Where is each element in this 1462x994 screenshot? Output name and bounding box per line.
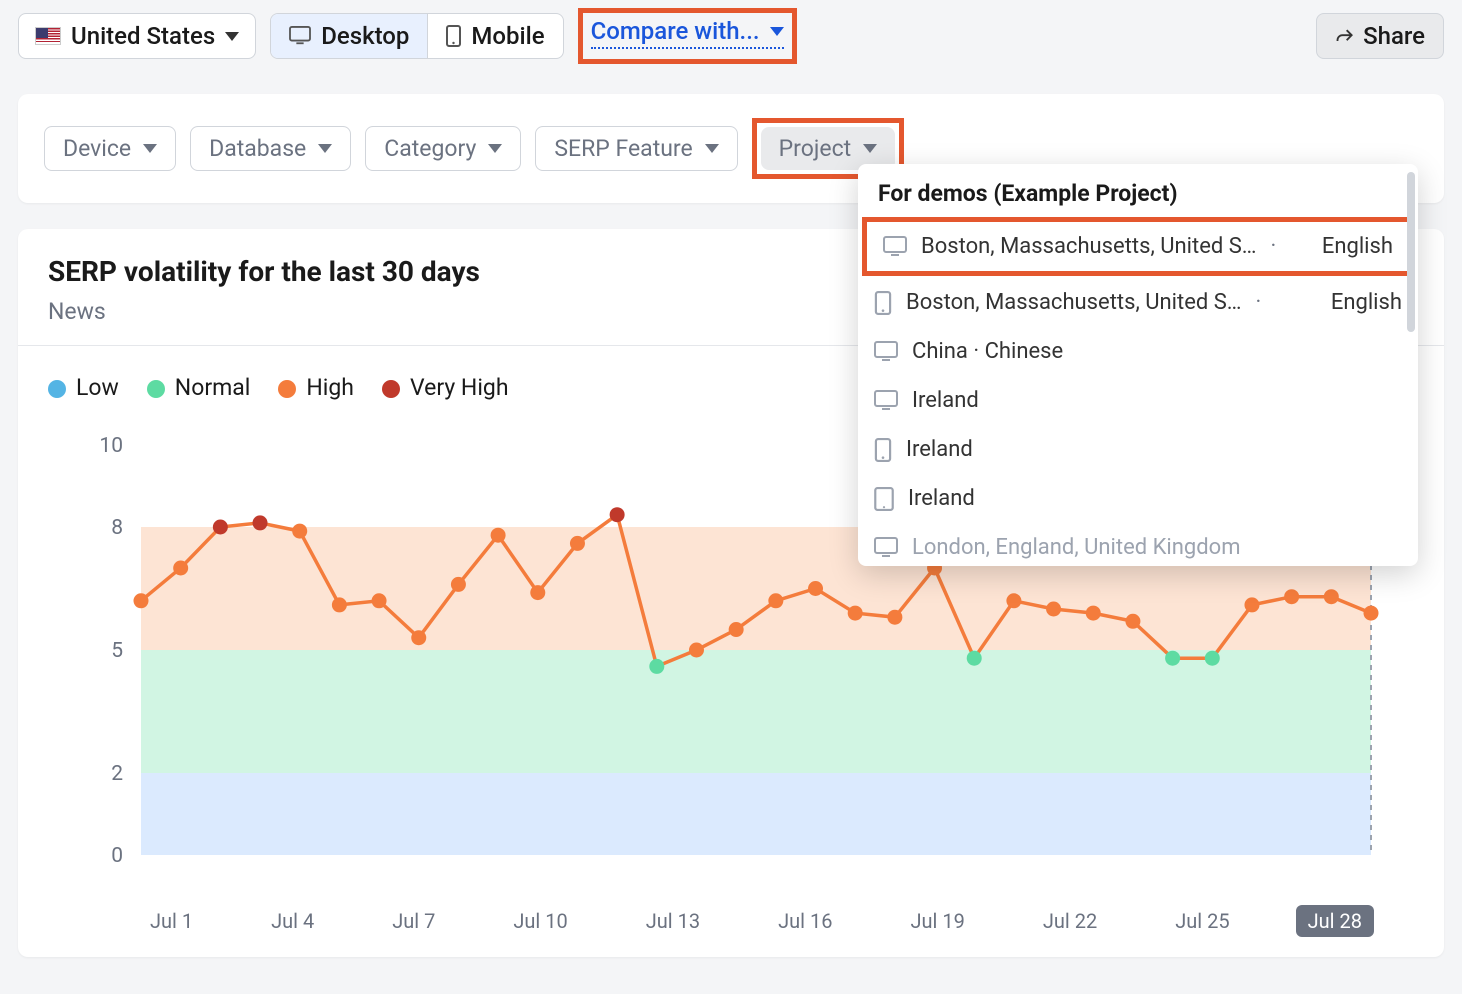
dropdown-item[interactable]: London, England, United Kingdom [858, 523, 1418, 560]
dropdown-item-location: Ireland [908, 486, 975, 511]
dropdown-item[interactable]: China · Chinese [858, 327, 1418, 376]
chart-subtitle: News [48, 298, 480, 325]
database-filter-label: Database [209, 135, 306, 162]
mobile-segment[interactable]: Mobile [428, 14, 562, 58]
svg-text:2: 2 [111, 762, 123, 786]
dropdown-item[interactable]: Ireland [858, 474, 1418, 523]
mobile-icon [446, 25, 461, 47]
dropdown-item[interactable]: Boston, Massachusetts, United S… ·Englis… [867, 222, 1409, 271]
desktop-label: Desktop [321, 22, 409, 50]
serp-filter-label: SERP Feature [554, 135, 692, 162]
compare-with-link[interactable]: Compare with... [591, 17, 784, 49]
x-axis-label[interactable]: Jul 10 [501, 905, 579, 937]
project-filter-label: Project [779, 135, 851, 162]
desktop-icon [883, 236, 907, 258]
svg-text:5: 5 [111, 639, 123, 663]
dropdown-item-lang: English [1322, 234, 1393, 259]
dropdown-item-location: Boston, Massachusetts, United S… [906, 290, 1242, 315]
legend-high[interactable]: High [278, 374, 354, 401]
share-icon [1335, 26, 1355, 46]
mobile-label: Mobile [471, 22, 544, 50]
mobile-icon [874, 291, 892, 315]
desktop-icon [874, 390, 898, 412]
chevron-down-icon [318, 144, 332, 153]
x-axis-label[interactable]: Jul 28 [1296, 905, 1374, 937]
x-axis-label[interactable]: Jul 7 [380, 905, 447, 937]
dot-low-icon [48, 380, 66, 398]
us-flag-icon [35, 27, 61, 45]
tablet-icon [874, 487, 894, 511]
project-dropdown: For demos (Example Project) Boston, Mass… [858, 164, 1418, 566]
dropdown-item-location: China · Chinese [912, 339, 1063, 364]
category-filter-label: Category [384, 135, 476, 162]
dropdown-item-location: Ireland [906, 437, 973, 462]
legend-low[interactable]: Low [48, 374, 119, 401]
chevron-down-icon [488, 144, 502, 153]
database-filter[interactable]: Database [190, 126, 351, 171]
chart-title: SERP volatility for the last 30 days [48, 255, 480, 288]
x-axis-label[interactable]: Jul 22 [1031, 905, 1109, 937]
legend-vhigh[interactable]: Very High [382, 374, 509, 401]
dropdown-item-location: Boston, Massachusetts, United S… [921, 234, 1257, 259]
share-label: Share [1363, 22, 1425, 50]
country-label: United States [71, 22, 215, 50]
dropdown-header: For demos (Example Project) [858, 164, 1418, 217]
device-filter[interactable]: Device [44, 126, 176, 171]
dropdown-item-location: Ireland [912, 388, 979, 413]
dropdown-item[interactable]: Ireland [858, 376, 1418, 425]
chevron-down-icon [225, 32, 239, 41]
x-axis-label[interactable]: Jul 19 [899, 905, 977, 937]
dropdown-item[interactable]: Ireland [858, 425, 1418, 474]
svg-text:10: 10 [99, 434, 123, 458]
chevron-down-icon [705, 144, 719, 153]
filter-panel: Device Database Category SERP Feature Pr… [18, 94, 1444, 203]
svg-text:8: 8 [111, 516, 123, 540]
category-filter[interactable]: Category [365, 126, 521, 171]
legend-normal[interactable]: Normal [147, 374, 251, 401]
serp-feature-filter[interactable]: SERP Feature [535, 126, 737, 171]
mobile-icon [874, 438, 892, 462]
x-axis-labels: Jul 1 Jul 4 Jul 7 Jul 10 Jul 13 Jul 16 Jul 19 J… [18, 905, 1444, 957]
compare-label: Compare with... [591, 17, 760, 45]
country-selector[interactable]: United States [18, 13, 256, 59]
x-axis-label[interactable]: Jul 4 [259, 905, 326, 937]
desktop-icon [289, 26, 311, 46]
desktop-segment[interactable]: Desktop [271, 14, 428, 58]
dot-normal-icon [147, 380, 165, 398]
svg-text:0: 0 [111, 844, 123, 868]
dropdown-item-highlight: Boston, Massachusetts, United S… ·Englis… [862, 217, 1414, 276]
dot-vhigh-icon [382, 380, 400, 398]
compare-highlight-box: Compare with... [578, 8, 797, 64]
chevron-down-icon [143, 144, 157, 153]
device-segment: Desktop Mobile [270, 13, 563, 59]
x-axis-label[interactable]: Jul 13 [634, 905, 712, 937]
x-axis-label[interactable]: Jul 1 [138, 905, 205, 937]
desktop-icon [874, 537, 898, 559]
desktop-icon [874, 341, 898, 363]
dot-high-icon [278, 380, 296, 398]
x-axis-label[interactable]: Jul 25 [1163, 905, 1241, 937]
device-filter-label: Device [63, 135, 131, 162]
chevron-down-icon [770, 27, 784, 36]
share-button[interactable]: Share [1316, 13, 1444, 59]
dropdown-item-location: London, England, United Kingdom [912, 535, 1241, 560]
dropdown-item[interactable]: Boston, Massachusetts, United S… ·Englis… [858, 278, 1418, 327]
chevron-down-icon [863, 144, 877, 153]
x-axis-label[interactable]: Jul 16 [766, 905, 844, 937]
dropdown-item-lang: English [1331, 290, 1402, 315]
